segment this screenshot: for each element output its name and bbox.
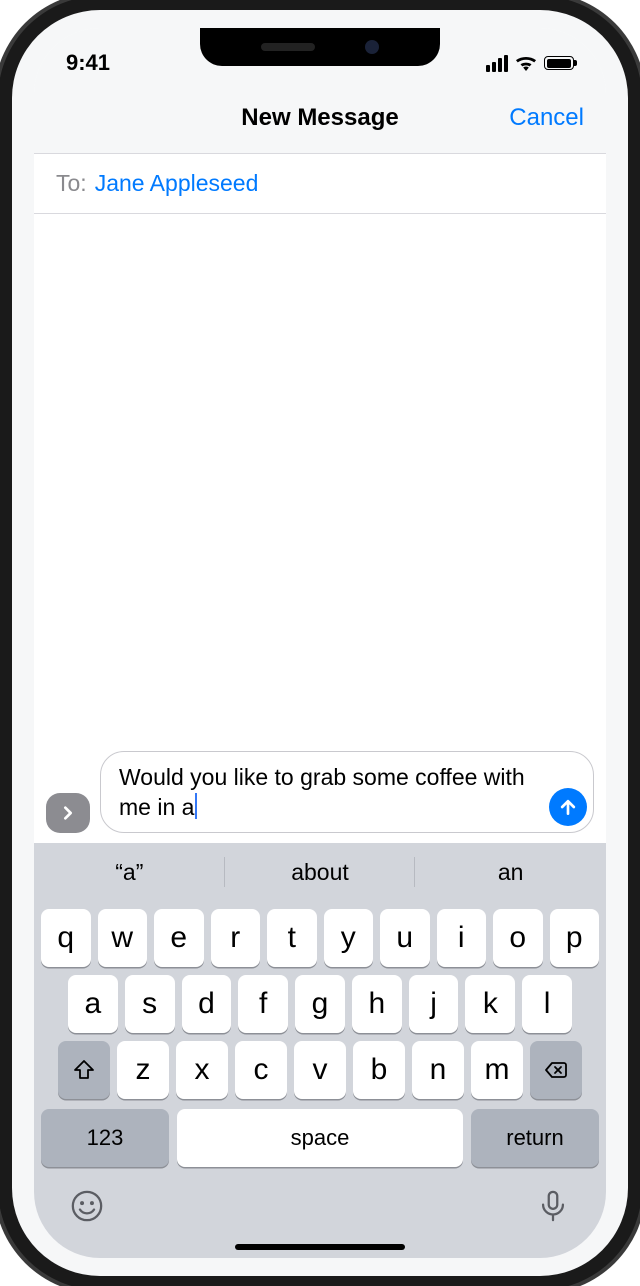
key-m[interactable]: m <box>471 1041 523 1099</box>
key-c[interactable]: c <box>235 1041 287 1099</box>
wifi-icon <box>515 55 537 71</box>
shift-icon <box>72 1058 96 1082</box>
backspace-icon <box>544 1058 568 1082</box>
key-b[interactable]: b <box>353 1041 405 1099</box>
key-row-2: a s d f g h j k l <box>34 967 606 1033</box>
microphone-icon <box>536 1189 570 1223</box>
numbers-key[interactable]: 123 <box>41 1109 169 1167</box>
send-button[interactable] <box>549 788 587 826</box>
shift-key[interactable] <box>58 1041 110 1099</box>
key-o[interactable]: o <box>493 909 543 967</box>
key-v[interactable]: v <box>294 1041 346 1099</box>
key-p[interactable]: p <box>550 909 600 967</box>
chevron-right-icon <box>60 805 76 821</box>
key-e[interactable]: e <box>154 909 204 967</box>
key-u[interactable]: u <box>380 909 430 967</box>
key-row-3: z x c v b n m <box>34 1033 606 1099</box>
home-indicator[interactable] <box>235 1244 405 1250</box>
notch <box>200 28 440 66</box>
suggestion-1[interactable]: “a” <box>34 843 225 901</box>
key-q[interactable]: q <box>41 909 91 967</box>
to-field[interactable]: To: Jane Appleseed <box>34 154 606 214</box>
key-row-1: q w e r t y u i o p <box>34 901 606 967</box>
key-n[interactable]: n <box>412 1041 464 1099</box>
nav-bar: New Message Cancel <box>34 82 606 154</box>
dictation-button[interactable] <box>536 1189 570 1226</box>
key-l[interactable]: l <box>522 975 572 1033</box>
device-frame: 9:41 New Message Cancel To: Jane Applese… <box>12 10 628 1276</box>
key-t[interactable]: t <box>267 909 317 967</box>
key-s[interactable]: s <box>125 975 175 1033</box>
nav-title: New Message <box>241 104 398 132</box>
key-x[interactable]: x <box>176 1041 228 1099</box>
key-w[interactable]: w <box>98 909 148 967</box>
key-j[interactable]: j <box>409 975 459 1033</box>
cellular-icon <box>486 55 508 72</box>
battery-icon <box>544 56 574 70</box>
key-z[interactable]: z <box>117 1041 169 1099</box>
key-r[interactable]: r <box>211 909 261 967</box>
suggestion-3[interactable]: an <box>415 843 606 901</box>
status-time: 9:41 <box>66 50 110 76</box>
conversation-area[interactable] <box>34 214 606 743</box>
return-key[interactable]: return <box>471 1109 599 1167</box>
key-f[interactable]: f <box>238 975 288 1033</box>
emoji-button[interactable] <box>70 1189 104 1226</box>
key-i[interactable]: i <box>437 909 487 967</box>
key-d[interactable]: d <box>182 975 232 1033</box>
compose-bar: Would you like to grab some coffee with … <box>34 743 606 843</box>
key-h[interactable]: h <box>352 975 402 1033</box>
key-k[interactable]: k <box>465 975 515 1033</box>
text-cursor <box>195 793 197 819</box>
emoji-icon <box>70 1189 104 1223</box>
keyboard-bottom-bar <box>34 1167 606 1226</box>
apps-toggle-button[interactable] <box>46 793 90 833</box>
suggestion-bar: “a” about an <box>34 843 606 901</box>
key-y[interactable]: y <box>324 909 374 967</box>
message-input[interactable]: Would you like to grab some coffee with … <box>100 751 594 833</box>
key-g[interactable]: g <box>295 975 345 1033</box>
status-right <box>486 55 574 72</box>
to-label: To: <box>56 170 87 197</box>
key-a[interactable]: a <box>68 975 118 1033</box>
arrow-up-icon <box>558 797 578 817</box>
message-input-text: Would you like to grab some coffee with … <box>119 764 525 820</box>
cancel-button[interactable]: Cancel <box>509 104 584 132</box>
space-key[interactable]: space <box>177 1109 463 1167</box>
backspace-key[interactable] <box>530 1041 582 1099</box>
suggestion-2[interactable]: about <box>225 843 416 901</box>
keyboard: “a” about an q w e r t y u i o p a s d f <box>34 843 606 1258</box>
screen: 9:41 New Message Cancel To: Jane Applese… <box>34 28 606 1258</box>
key-row-4: 123 space return <box>34 1099 606 1167</box>
to-recipient[interactable]: Jane Appleseed <box>95 170 259 197</box>
